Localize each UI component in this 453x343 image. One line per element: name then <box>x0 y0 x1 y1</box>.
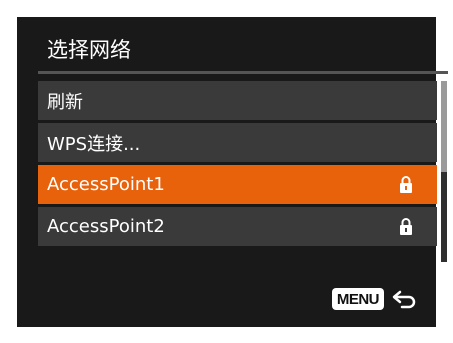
lock-icon <box>400 176 412 193</box>
return-arrow-icon[interactable] <box>392 288 418 310</box>
page-title: 选择网络 <box>47 38 131 62</box>
lock-icon <box>400 218 412 235</box>
network-select-screen: 选择网络 刷新 WPS连接... AccessPoint1 AccessPoin… <box>17 17 448 327</box>
menu-button[interactable]: MENU <box>331 288 384 310</box>
title-divider <box>38 71 448 74</box>
menu-item-wps-connect[interactable]: WPS连接... <box>38 123 437 162</box>
menu-item-refresh[interactable]: 刷新 <box>38 81 437 120</box>
scrollbar-thumb[interactable] <box>441 81 447 172</box>
menu-item-accesspoint1[interactable]: AccessPoint1 <box>38 165 437 204</box>
menu-item-label: AccessPoint2 <box>47 216 165 237</box>
menu-item-label: WPS连接... <box>47 133 141 155</box>
menu-item-label: 刷新 <box>47 91 83 113</box>
menu-item-accesspoint2[interactable]: AccessPoint2 <box>38 207 437 246</box>
scrollbar[interactable] <box>441 81 447 262</box>
menu-item-label: AccessPoint1 <box>47 174 165 195</box>
footer-controls: MENU <box>331 288 418 310</box>
